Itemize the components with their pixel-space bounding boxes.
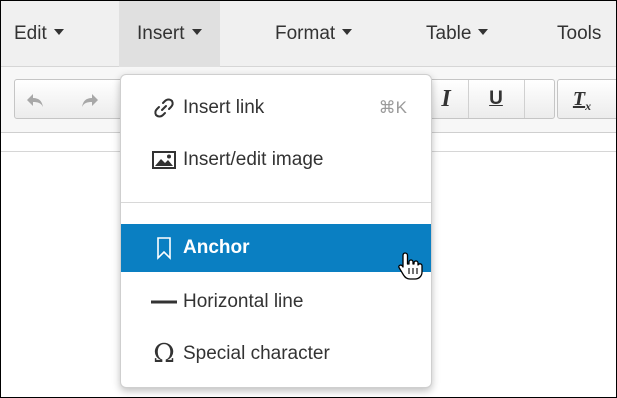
menu-insert-label: Insert xyxy=(137,23,185,44)
menu-item-label: Insert/edit image xyxy=(183,149,324,170)
chevron-down-icon xyxy=(342,28,353,35)
image-icon xyxy=(150,136,178,184)
menu-item-label: Horizontal line xyxy=(183,291,304,312)
menu-tools[interactable]: Tools xyxy=(557,1,601,67)
redo-icon xyxy=(82,93,98,107)
menu-item-anchor[interactable]: Anchor xyxy=(121,224,431,272)
chevron-down-icon xyxy=(53,28,64,35)
insert-menu-dropdown: Insert link ⌘K Insert/edit image Anchor xyxy=(120,74,432,388)
menu-item-label: Anchor xyxy=(183,237,250,258)
menu-item-special-character[interactable]: Ω Special character xyxy=(121,330,431,378)
menu-item-insert-image[interactable]: Insert/edit image xyxy=(121,136,431,184)
undo-icon xyxy=(27,93,43,107)
menu-item-label: Special character xyxy=(183,343,330,364)
menu-format[interactable]: Format xyxy=(275,1,353,67)
menu-item-label: Insert link xyxy=(183,97,265,118)
menu-item-horizontal-line[interactable]: Horizontal line xyxy=(121,278,431,326)
toolbar-divider xyxy=(524,80,525,118)
menubar: Edit Insert Format Table Tools xyxy=(1,1,616,67)
menu-edit[interactable]: Edit xyxy=(14,1,64,67)
link-icon xyxy=(150,84,178,132)
clear-formatting-button[interactable]: Tx xyxy=(562,80,602,118)
underline-button[interactable]: U xyxy=(476,80,516,118)
clear-format-group: Tx xyxy=(557,79,616,119)
menu-table[interactable]: Table xyxy=(426,1,489,67)
menu-item-insert-link[interactable]: Insert link ⌘K xyxy=(121,84,431,132)
menu-separator xyxy=(121,202,431,203)
editor-window: Edit Insert Format Table Tools I U Tx In… xyxy=(0,0,617,398)
history-group xyxy=(14,79,124,119)
clear-format-letter: T xyxy=(572,88,586,110)
keyboard-shortcut: ⌘K xyxy=(378,98,407,117)
undo-button[interactable] xyxy=(15,80,55,118)
toolbar-divider xyxy=(468,80,469,118)
redo-button[interactable] xyxy=(70,80,110,118)
menu-table-label: Table xyxy=(426,23,472,44)
horizontal-line-icon xyxy=(150,278,178,326)
menu-format-label: Format xyxy=(275,23,336,44)
menu-edit-label: Edit xyxy=(14,23,47,44)
chevron-down-icon xyxy=(191,28,202,35)
menu-tools-label: Tools xyxy=(557,23,602,44)
italic-button[interactable]: I xyxy=(426,80,466,118)
omega-icon: Ω xyxy=(153,339,175,369)
menu-insert[interactable]: Insert xyxy=(119,1,220,67)
clear-format-sub: x xyxy=(585,99,592,113)
format-group: I U xyxy=(419,79,555,119)
bookmark-icon xyxy=(150,224,178,272)
chevron-down-icon xyxy=(478,28,489,35)
hand-pointer-cursor-icon xyxy=(398,252,423,280)
